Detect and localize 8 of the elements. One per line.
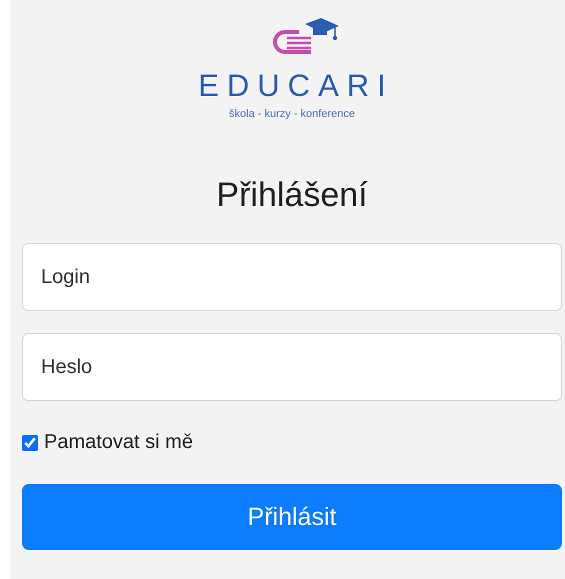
- logo-name: EDUCARI: [197, 68, 394, 104]
- page-title: Přihlášení: [215, 176, 369, 215]
- input-field[interactable]: Heslo: [22, 333, 562, 401]
- logo-tagline: škola - kurzy - konference: [229, 108, 355, 120]
- remember-label: Pamatovat si mě: [44, 431, 193, 454]
- login-button[interactable]: Přihlásit: [22, 484, 562, 550]
- remember-checkbox[interactable]: [22, 434, 38, 450]
- input-field[interactable]: Login: [22, 243, 562, 311]
